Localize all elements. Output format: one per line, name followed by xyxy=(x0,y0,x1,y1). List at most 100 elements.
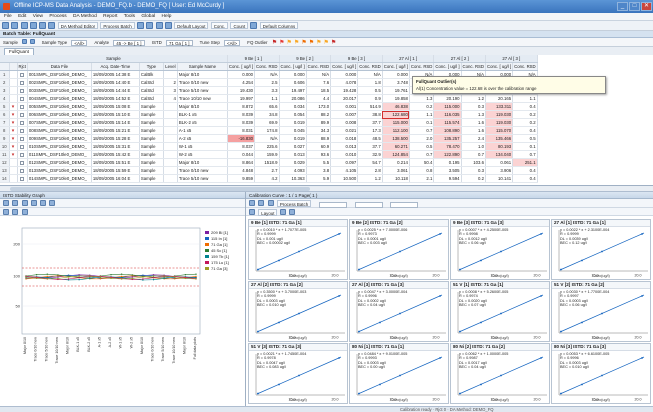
conc-cell[interactable]: 9.859 xyxy=(227,174,256,183)
column-header[interactable]: Type xyxy=(139,62,164,71)
acq-datetime-cell[interactable]: 18/09/2005 16:04 E xyxy=(91,174,140,183)
data-file-cell[interactable]: 012SMPL_DSF10le0_DEMO_ xyxy=(27,158,92,167)
conc-cell[interactable]: 20.190 xyxy=(433,94,462,103)
row-flag-icon[interactable] xyxy=(9,174,18,183)
conc-cell[interactable]: 3.505 xyxy=(433,166,462,175)
reject-checkbox[interactable] xyxy=(20,96,25,101)
conc-cell[interactable]: 0.018 xyxy=(330,134,359,143)
add-sample-icon[interactable] xyxy=(22,39,28,44)
reject-checkbox[interactable] xyxy=(20,112,25,117)
table-row[interactable]: 8 ▼ 008SMPL_DSF10le0_DEMO_ 18/09/2005 15:21… xyxy=(0,126,538,135)
conc-cell[interactable]: 20.086 xyxy=(279,94,307,103)
rsd-cell[interactable]: 3.3 xyxy=(254,86,280,95)
rsd-cell[interactable]: 60.9 xyxy=(306,142,332,151)
rsd-cell[interactable]: 1.6 xyxy=(461,118,487,127)
reject-cell[interactable] xyxy=(17,78,28,87)
conc-cell[interactable]: 4.078 xyxy=(330,78,359,87)
conc-cell[interactable]: 0.000 xyxy=(330,70,359,79)
acq-datetime-cell[interactable]: 18/09/2005 15:28 E xyxy=(91,134,140,143)
rsd-cell[interactable]: 0.4 xyxy=(512,126,538,135)
layout-icon-2[interactable] xyxy=(146,22,154,29)
type-cell[interactable]: Sample xyxy=(139,166,164,175)
reject-cell[interactable] xyxy=(17,150,28,159)
level-cell[interactable] xyxy=(163,174,178,183)
metric-header[interactable]: Conc. [ ug/l ] xyxy=(485,62,514,71)
conc-cell[interactable]: 0.008 xyxy=(330,118,359,127)
outlier-flag-icon[interactable]: ⚑ xyxy=(287,40,292,46)
cal-settings-icon[interactable] xyxy=(267,200,274,206)
conc-cell[interactable]: 0.019 xyxy=(279,118,307,127)
menu-process[interactable]: Process xyxy=(49,14,66,19)
conc-cell[interactable]: 10.363 xyxy=(279,174,307,183)
table-row[interactable]: 11 ▼ 011SMPL_DSF10le0_DEMO_ 18/09/2005 15:4… xyxy=(0,150,538,159)
conc-cell[interactable]: 20.017 xyxy=(330,94,359,103)
sample-name-cell[interactable]: BLK-1 x5 xyxy=(177,110,228,119)
sample-type-select[interactable]: <All> xyxy=(71,39,88,46)
table-row[interactable]: 6 ▼ 006SMPL_DSF10le0_DEMO_ 18/09/2005 15:10… xyxy=(0,110,538,119)
cal-layout-button[interactable]: Layout xyxy=(258,209,278,216)
calibration-curve-cell[interactable]: 80 Ni [1] ISTD: 71 Ga [1] 10.0 20.0 y = 0.0… xyxy=(349,343,449,404)
reject-cell[interactable] xyxy=(17,102,28,111)
da-method-editor-button[interactable]: DA Method Editor xyxy=(57,22,99,29)
reject-checkbox[interactable] xyxy=(20,176,25,181)
rsd-cell[interactable]: 0.4 xyxy=(512,174,538,183)
table-row[interactable]: 14 014SMPL_DSF10le0_DEMO_ 18/09/2005 16:04… xyxy=(0,174,538,183)
analyte-group-header[interactable]: 27 Al [ 1 ] xyxy=(382,55,435,63)
type-cell[interactable]: Sample xyxy=(139,134,164,143)
analyte-group-header[interactable]: 27 Al [ 2 ] xyxy=(433,55,487,63)
conc-cell[interactable]: 0.097 xyxy=(330,158,359,167)
rsd-cell[interactable]: 69.9 xyxy=(254,118,280,127)
metric-header[interactable]: Conc. [ ug/l ] xyxy=(330,62,359,71)
rsd-cell[interactable]: 2.4 xyxy=(461,134,487,143)
layout-icon-4[interactable] xyxy=(164,22,172,29)
close-button[interactable]: ✕ xyxy=(641,2,652,11)
rsd-cell[interactable]: 251.1 xyxy=(512,158,538,167)
analyte-group-header[interactable]: 27 Al [ 3 ] xyxy=(485,55,538,63)
data-file-cell[interactable]: 010SMPL_DSF10le0_DEMO_ xyxy=(27,142,92,151)
sample-name-cell[interactable]: W-2 x5 xyxy=(177,150,228,159)
acq-datetime-cell[interactable]: 18/09/2005 15:14 E xyxy=(91,118,140,127)
type-cell[interactable]: Sample xyxy=(139,174,164,183)
rsd-cell[interactable]: 174.8 xyxy=(254,126,280,135)
rsd-cell[interactable]: 2.0 xyxy=(409,134,435,143)
save-icon[interactable] xyxy=(11,22,19,29)
conc-cell[interactable]: 3.061 xyxy=(382,166,410,175)
conc-cell[interactable]: 19.761 xyxy=(382,86,410,95)
rsd-cell[interactable]: 34.8 xyxy=(254,110,280,119)
reject-cell[interactable] xyxy=(17,174,28,183)
conc-cell[interactable]: 115.574 xyxy=(433,118,462,127)
conc-cell[interactable]: 19.430 xyxy=(227,86,256,95)
conc-cell[interactable]: 135.257 xyxy=(433,134,462,143)
rsd-cell[interactable]: 1.1 xyxy=(254,94,280,103)
reject-cell[interactable] xyxy=(17,110,28,119)
row-flag-icon[interactable]: ▼ xyxy=(9,118,18,127)
nav-sample-icon[interactable] xyxy=(30,39,36,44)
column-header[interactable] xyxy=(9,62,18,71)
data-file-cell[interactable]: 009SMPL_DSF10le0_DEMO_ xyxy=(27,134,92,143)
rsd-cell[interactable]: 89.9 xyxy=(306,118,332,127)
column-header[interactable]: Sample Name xyxy=(177,62,228,71)
row-flag-icon[interactable] xyxy=(9,78,18,87)
conc-cell[interactable]: 0.000 xyxy=(382,70,410,79)
conc-cell[interactable]: 46.838 xyxy=(382,102,410,111)
rsd-cell[interactable]: 0.7 xyxy=(461,150,487,159)
data-file-cell[interactable]: 013SMPL_DSF10le0_DEMO_ xyxy=(27,166,92,175)
reject-checkbox[interactable] xyxy=(20,72,25,77)
conc-cell[interactable]: 0.214 xyxy=(382,158,410,167)
acq-datetime-cell[interactable]: 18/09/2005 14:38 E xyxy=(91,70,140,79)
level-cell[interactable] xyxy=(163,150,178,159)
type-cell[interactable]: Sample xyxy=(139,110,164,119)
acq-datetime-cell[interactable]: 18/09/2005 15:08 E xyxy=(91,102,140,111)
conc-cell[interactable]: 20.165 xyxy=(485,94,514,103)
type-cell[interactable]: Sample xyxy=(139,142,164,151)
sample-name-cell[interactable]: Major 8/10 xyxy=(177,102,228,111)
reject-checkbox[interactable] xyxy=(20,160,25,165)
reject-cell[interactable] xyxy=(17,166,28,175)
reject-checkbox[interactable] xyxy=(20,88,25,93)
level-cell[interactable]: 4 xyxy=(163,94,178,103)
rsd-cell[interactable]: 1.0 xyxy=(461,142,487,151)
conc-cell[interactable]: 10.500 xyxy=(330,174,359,183)
table-icon[interactable] xyxy=(12,209,19,215)
row-flag-icon[interactable] xyxy=(9,86,18,95)
data-file-cell[interactable]: 004SMPL_DSF10le0_DEMO_ xyxy=(27,94,92,103)
